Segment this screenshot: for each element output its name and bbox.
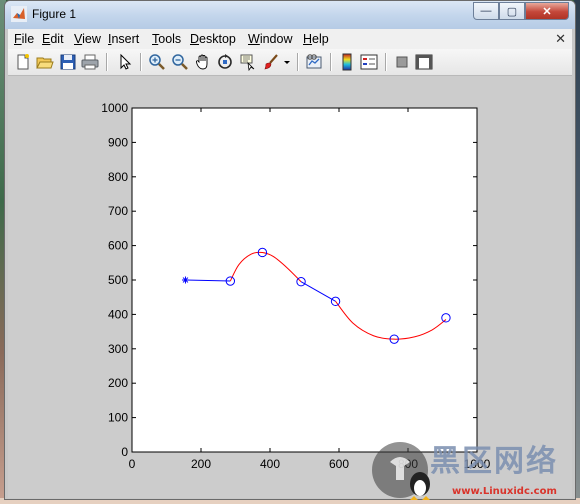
menu-bar: File Edit View Insert Tools Desktop Wind… bbox=[8, 29, 572, 50]
save-icon[interactable] bbox=[59, 53, 77, 71]
y-tick-label: 700 bbox=[108, 204, 128, 218]
matlab-logo-icon bbox=[11, 6, 27, 22]
brush-icon[interactable] bbox=[262, 53, 280, 71]
y-tick-label: 600 bbox=[108, 239, 128, 253]
y-tick-label: 400 bbox=[108, 307, 128, 321]
figure-window: Figure 1 — ▢ ✕ File Edit View Insert Too… bbox=[4, 0, 576, 500]
y-tick-label: 800 bbox=[108, 170, 128, 184]
menu-view[interactable]: View bbox=[74, 32, 101, 46]
close-icon: ✕ bbox=[542, 5, 552, 18]
menubar-close-icon[interactable]: ✕ bbox=[555, 31, 566, 47]
y-tick-label: 300 bbox=[108, 342, 128, 356]
toolbar-separator bbox=[106, 53, 107, 71]
menu-edit[interactable]: Edit bbox=[42, 32, 64, 46]
figure-toolbar bbox=[8, 49, 572, 76]
minimize-icon: — bbox=[480, 5, 492, 17]
print-icon[interactable] bbox=[81, 53, 99, 71]
maximize-button[interactable]: ▢ bbox=[499, 2, 525, 20]
colorbar-icon[interactable] bbox=[338, 53, 356, 71]
minimize-button[interactable]: — bbox=[473, 2, 499, 20]
open-file-icon[interactable] bbox=[36, 53, 54, 71]
y-tick-label: 500 bbox=[108, 273, 128, 287]
menu-desktop[interactable]: Desktop bbox=[190, 32, 236, 46]
zoom-out-icon[interactable] bbox=[171, 53, 189, 71]
menu-tools[interactable]: Tools bbox=[152, 32, 181, 46]
data-cursor-icon[interactable] bbox=[239, 53, 257, 71]
brush-dropdown-icon[interactable] bbox=[282, 53, 292, 71]
pan-hand-icon[interactable] bbox=[194, 53, 212, 71]
zoom-in-icon[interactable] bbox=[148, 53, 166, 71]
close-button[interactable]: ✕ bbox=[525, 2, 569, 20]
toolbar-separator bbox=[297, 53, 298, 71]
y-tick-label: 0 bbox=[121, 445, 128, 459]
toolbar-separator bbox=[330, 53, 331, 71]
toolbar-separator bbox=[385, 53, 386, 71]
menu-window[interactable]: Window bbox=[248, 32, 292, 46]
y-tick-label: 100 bbox=[108, 411, 128, 425]
new-figure-icon[interactable] bbox=[14, 53, 32, 71]
y-tick-label: 200 bbox=[108, 376, 128, 390]
menu-help[interactable]: Help bbox=[303, 32, 329, 46]
legend-icon[interactable] bbox=[360, 53, 378, 71]
pointer-icon[interactable] bbox=[116, 53, 134, 71]
menu-insert[interactable]: Insert bbox=[108, 32, 139, 46]
watermark-chinese-text: 黑区网络 bbox=[430, 444, 558, 479]
y-tick-label: 900 bbox=[108, 135, 128, 149]
y-tick-label: 1000 bbox=[101, 101, 128, 115]
link-plot-icon[interactable] bbox=[305, 53, 323, 71]
maximize-icon: ▢ bbox=[506, 5, 518, 18]
title-bar[interactable]: Figure 1 — ▢ ✕ bbox=[5, 1, 575, 29]
x-tick-label: 400 bbox=[260, 457, 280, 471]
show-plot-tools-icon[interactable] bbox=[415, 53, 433, 71]
rotate-3d-icon[interactable] bbox=[216, 53, 234, 71]
x-tick-label: 600 bbox=[329, 457, 349, 471]
hide-plot-tools-icon[interactable] bbox=[393, 53, 411, 71]
watermark-url: www.Linuxidc.com bbox=[452, 486, 557, 497]
toolbar-separator bbox=[140, 53, 141, 71]
x-tick-label: 0 bbox=[129, 457, 136, 471]
menu-file[interactable]: File bbox=[14, 32, 34, 46]
x-tick-label: 200 bbox=[191, 457, 211, 471]
window-title: Figure 1 bbox=[32, 7, 77, 21]
